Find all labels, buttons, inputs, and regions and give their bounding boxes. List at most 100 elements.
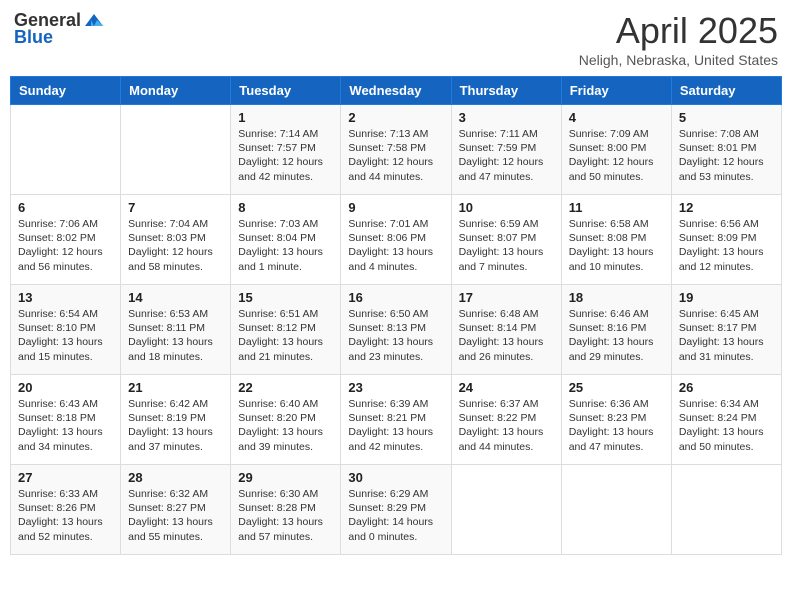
location-subtitle: Neligh, Nebraska, United States xyxy=(579,52,778,68)
day-number: 24 xyxy=(459,380,554,395)
calendar-header: SundayMondayTuesdayWednesdayThursdayFrid… xyxy=(11,77,782,105)
day-number: 10 xyxy=(459,200,554,215)
calendar-day-25: 25 Sunrise: 6:36 AM Sunset: 8:23 PM Dayli… xyxy=(561,375,671,465)
day-info: Sunrise: 7:01 AM Sunset: 8:06 PM Dayligh… xyxy=(348,217,443,274)
day-number: 6 xyxy=(18,200,113,215)
calendar-day-5: 5 Sunrise: 7:08 AM Sunset: 8:01 PM Daylig… xyxy=(671,105,781,195)
logo: General Blue xyxy=(14,10,105,48)
day-info: Sunrise: 6:51 AM Sunset: 8:12 PM Dayligh… xyxy=(238,307,333,364)
day-info: Sunrise: 6:56 AM Sunset: 8:09 PM Dayligh… xyxy=(679,217,774,274)
day-info: Sunrise: 6:39 AM Sunset: 8:21 PM Dayligh… xyxy=(348,397,443,454)
calendar-day-14: 14Sunrise: 6:53 AM Sunset: 8:11 PM Dayli… xyxy=(121,285,231,375)
day-number: 30 xyxy=(348,470,443,485)
weekday-header-friday: Friday xyxy=(561,77,671,105)
day-info: Sunrise: 6:54 AM Sunset: 8:10 PM Dayligh… xyxy=(18,307,113,364)
day-number: 20 xyxy=(18,380,113,395)
calendar-empty-cell xyxy=(451,465,561,555)
calendar-week-row: 1Sunrise: 7:14 AM Sunset: 7:57 PM Daylig… xyxy=(11,105,782,195)
day-number: 25 xyxy=(569,380,664,395)
weekday-header-monday: Monday xyxy=(121,77,231,105)
calendar-day-4: 4Sunrise: 7:09 AM Sunset: 8:00 PM Daylig… xyxy=(561,105,671,195)
calendar-day-22: 22 Sunrise: 6:40 AM Sunset: 8:20 PM Dayli… xyxy=(231,375,341,465)
calendar-day-24: 24 Sunrise: 6:37 AM Sunset: 8:22 PM Dayli… xyxy=(451,375,561,465)
day-info: Sunrise: 6:43 AM Sunset: 8:18 PM Dayligh… xyxy=(18,397,113,454)
calendar-day-15: 15 Sunrise: 6:51 AM Sunset: 8:12 PM Dayli… xyxy=(231,285,341,375)
day-number: 7 xyxy=(128,200,223,215)
logo-icon xyxy=(83,12,105,30)
day-number: 4 xyxy=(569,110,664,125)
calendar-day-18: 18Sunrise: 6:46 AM Sunset: 8:16 PM Dayli… xyxy=(561,285,671,375)
day-info: Sunrise: 6:45 AM Sunset: 8:17 PM Dayligh… xyxy=(679,307,774,364)
calendar-day-11: 11Sunrise: 6:58 AM Sunset: 8:08 PM Dayli… xyxy=(561,195,671,285)
day-number: 29 xyxy=(238,470,333,485)
day-number: 1 xyxy=(238,110,333,125)
calendar-day-19: 19 Sunrise: 6:45 AM Sunset: 8:17 PM Dayli… xyxy=(671,285,781,375)
day-info: Sunrise: 6:36 AM Sunset: 8:23 PM Dayligh… xyxy=(569,397,664,454)
day-number: 15 xyxy=(238,290,333,305)
weekday-header-row: SundayMondayTuesdayWednesdayThursdayFrid… xyxy=(11,77,782,105)
day-info: Sunrise: 7:06 AM Sunset: 8:02 PM Dayligh… xyxy=(18,217,113,274)
day-number: 3 xyxy=(459,110,554,125)
day-number: 5 xyxy=(679,110,774,125)
day-number: 27 xyxy=(18,470,113,485)
day-number: 17 xyxy=(459,290,554,305)
calendar-day-17: 17Sunrise: 6:48 AM Sunset: 8:14 PM Dayli… xyxy=(451,285,561,375)
day-info: Sunrise: 7:08 AM Sunset: 8:01 PM Dayligh… xyxy=(679,127,774,184)
calendar-day-21: 21 Sunrise: 6:42 AM Sunset: 8:19 PM Dayli… xyxy=(121,375,231,465)
day-info: Sunrise: 6:53 AM Sunset: 8:11 PM Dayligh… xyxy=(128,307,223,364)
day-number: 21 xyxy=(128,380,223,395)
calendar-day-6: 6 Sunrise: 7:06 AM Sunset: 8:02 PM Daylig… xyxy=(11,195,121,285)
day-number: 23 xyxy=(348,380,443,395)
calendar-body: 1Sunrise: 7:14 AM Sunset: 7:57 PM Daylig… xyxy=(11,105,782,555)
month-title: April 2025 xyxy=(579,10,778,52)
day-number: 16 xyxy=(348,290,443,305)
day-number: 12 xyxy=(679,200,774,215)
calendar-day-30: 30Sunrise: 6:29 AM Sunset: 8:29 PM Dayli… xyxy=(341,465,451,555)
day-info: Sunrise: 7:03 AM Sunset: 8:04 PM Dayligh… xyxy=(238,217,333,274)
day-number: 26 xyxy=(679,380,774,395)
day-number: 9 xyxy=(348,200,443,215)
calendar-empty-cell xyxy=(121,105,231,195)
day-number: 19 xyxy=(679,290,774,305)
calendar-day-27: 27 Sunrise: 6:33 AM Sunset: 8:26 PM Dayli… xyxy=(11,465,121,555)
day-info: Sunrise: 6:40 AM Sunset: 8:20 PM Dayligh… xyxy=(238,397,333,454)
calendar-day-29: 29 Sunrise: 6:30 AM Sunset: 8:28 PM Dayli… xyxy=(231,465,341,555)
calendar-table: SundayMondayTuesdayWednesdayThursdayFrid… xyxy=(10,76,782,555)
day-number: 28 xyxy=(128,470,223,485)
calendar-day-2: 2Sunrise: 7:13 AM Sunset: 7:58 PM Daylig… xyxy=(341,105,451,195)
day-number: 13 xyxy=(18,290,113,305)
day-number: 22 xyxy=(238,380,333,395)
calendar-day-7: 7 Sunrise: 7:04 AM Sunset: 8:03 PM Daylig… xyxy=(121,195,231,285)
weekday-header-saturday: Saturday xyxy=(671,77,781,105)
weekday-header-wednesday: Wednesday xyxy=(341,77,451,105)
calendar-day-13: 13 Sunrise: 6:54 AM Sunset: 8:10 PM Dayli… xyxy=(11,285,121,375)
day-number: 2 xyxy=(348,110,443,125)
day-number: 8 xyxy=(238,200,333,215)
calendar-empty-cell xyxy=(671,465,781,555)
weekday-header-thursday: Thursday xyxy=(451,77,561,105)
calendar-day-12: 12 Sunrise: 6:56 AM Sunset: 8:09 PM Dayli… xyxy=(671,195,781,285)
day-info: Sunrise: 7:11 AM Sunset: 7:59 PM Dayligh… xyxy=(459,127,554,184)
logo-blue-text: Blue xyxy=(14,27,53,48)
day-info: Sunrise: 6:33 AM Sunset: 8:26 PM Dayligh… xyxy=(18,487,113,544)
calendar-week-row: 20 Sunrise: 6:43 AM Sunset: 8:18 PM Dayli… xyxy=(11,375,782,465)
calendar-day-1: 1Sunrise: 7:14 AM Sunset: 7:57 PM Daylig… xyxy=(231,105,341,195)
weekday-header-tuesday: Tuesday xyxy=(231,77,341,105)
calendar-week-row: 13 Sunrise: 6:54 AM Sunset: 8:10 PM Dayli… xyxy=(11,285,782,375)
calendar-empty-cell xyxy=(561,465,671,555)
calendar-day-20: 20 Sunrise: 6:43 AM Sunset: 8:18 PM Dayli… xyxy=(11,375,121,465)
calendar-day-16: 16 Sunrise: 6:50 AM Sunset: 8:13 PM Dayli… xyxy=(341,285,451,375)
day-info: Sunrise: 6:46 AM Sunset: 8:16 PM Dayligh… xyxy=(569,307,664,364)
day-info: Sunrise: 6:50 AM Sunset: 8:13 PM Dayligh… xyxy=(348,307,443,364)
day-info: Sunrise: 6:30 AM Sunset: 8:28 PM Dayligh… xyxy=(238,487,333,544)
day-info: Sunrise: 6:42 AM Sunset: 8:19 PM Dayligh… xyxy=(128,397,223,454)
calendar-week-row: 27 Sunrise: 6:33 AM Sunset: 8:26 PM Dayli… xyxy=(11,465,782,555)
weekday-header-sunday: Sunday xyxy=(11,77,121,105)
calendar-day-3: 3 Sunrise: 7:11 AM Sunset: 7:59 PM Daylig… xyxy=(451,105,561,195)
calendar-day-10: 10Sunrise: 6:59 AM Sunset: 8:07 PM Dayli… xyxy=(451,195,561,285)
day-info: Sunrise: 6:37 AM Sunset: 8:22 PM Dayligh… xyxy=(459,397,554,454)
day-info: Sunrise: 7:04 AM Sunset: 8:03 PM Dayligh… xyxy=(128,217,223,274)
day-number: 11 xyxy=(569,200,664,215)
page-header: General Blue April 2025 Neligh, Nebraska… xyxy=(10,10,782,68)
day-info: Sunrise: 6:34 AM Sunset: 8:24 PM Dayligh… xyxy=(679,397,774,454)
